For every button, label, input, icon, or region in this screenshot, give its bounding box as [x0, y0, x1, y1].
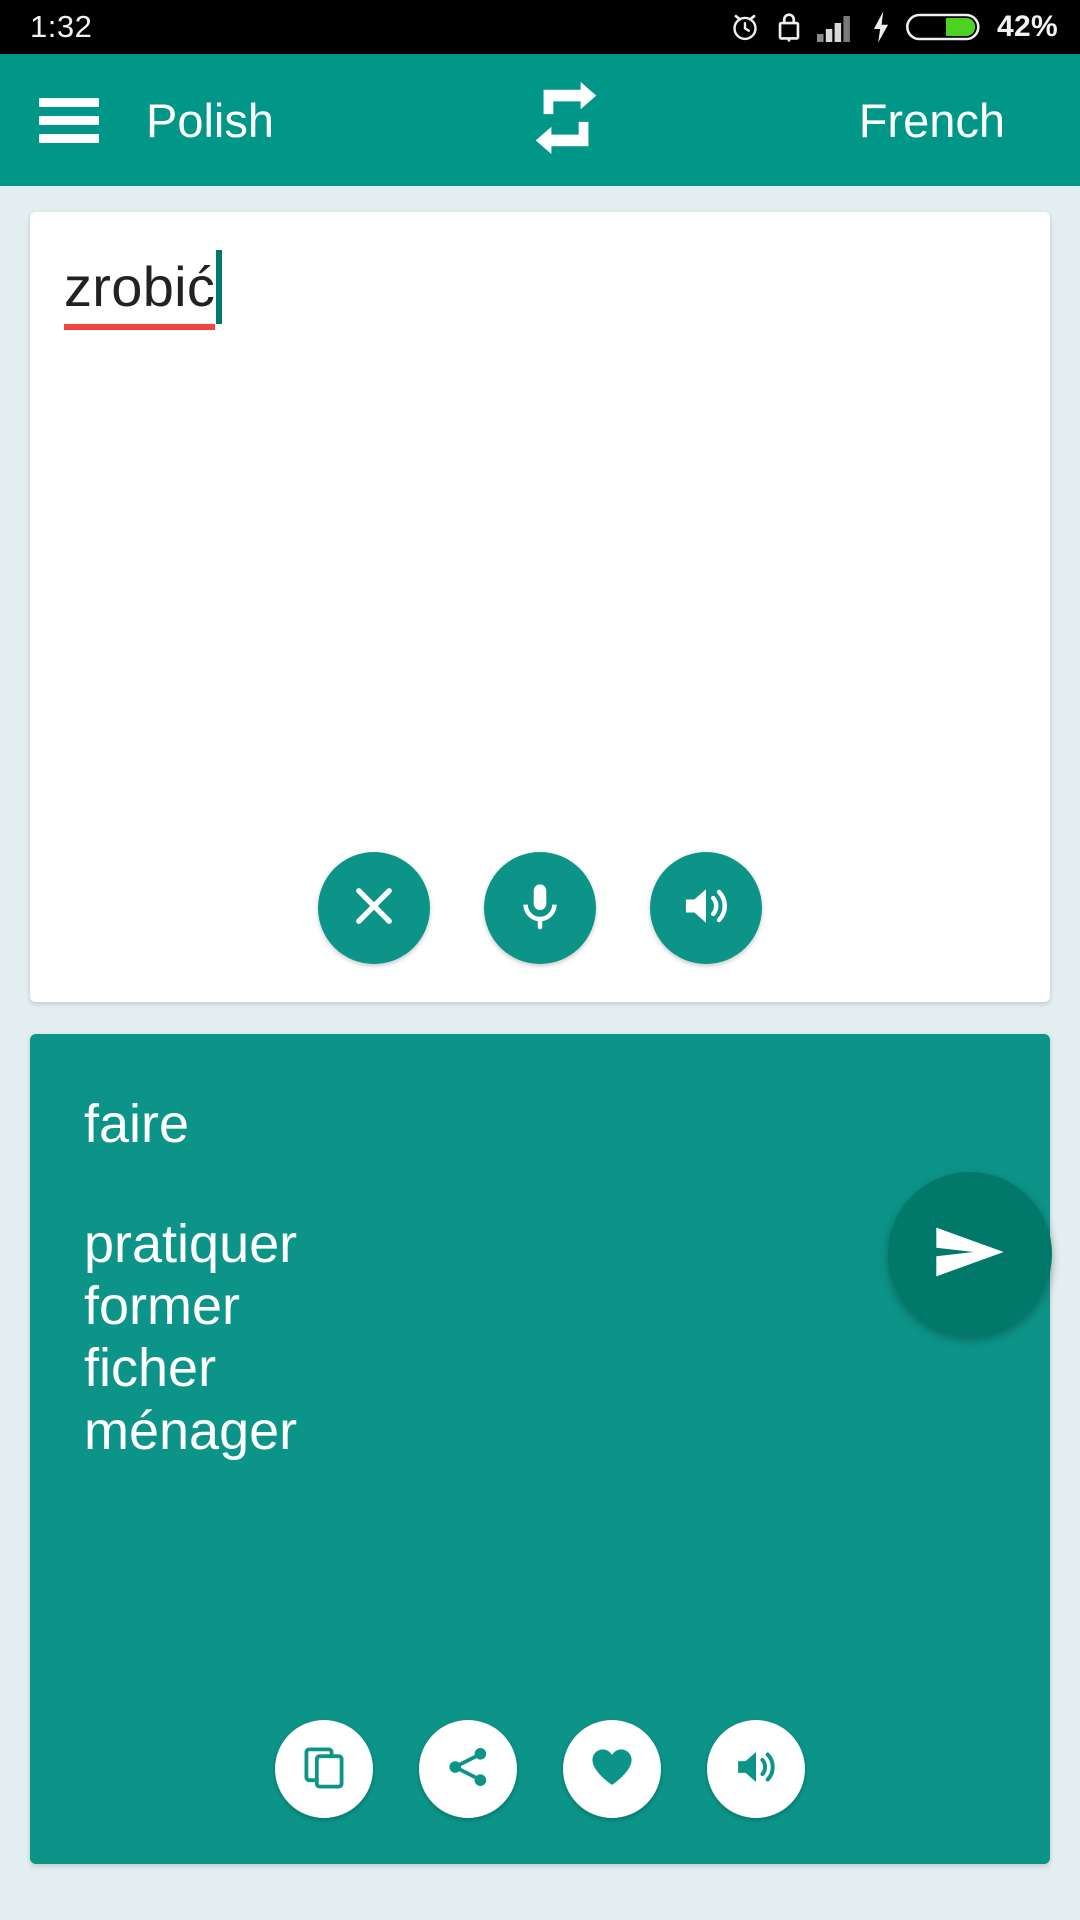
- send-icon: [927, 1209, 1013, 1300]
- share-button[interactable]: [419, 1720, 517, 1818]
- copy-icon: [300, 1743, 348, 1796]
- speak-result-button[interactable]: [707, 1720, 805, 1818]
- content-area: zrobić faire pratiquer former ficher mén…: [0, 186, 1080, 1920]
- voice-input-button[interactable]: [484, 852, 596, 964]
- heart-icon: [587, 1742, 637, 1797]
- send-button[interactable]: [888, 1172, 1052, 1336]
- text-caret: [216, 250, 223, 324]
- charging-bolt-icon: [869, 10, 893, 44]
- speak-source-button[interactable]: [650, 852, 762, 964]
- status-bar: 1:32 42%: [0, 0, 1080, 54]
- share-icon: [444, 1743, 492, 1796]
- alternative-translation-item: former: [84, 1276, 241, 1337]
- alternative-translations: pratiquer former ficher ménager: [84, 1213, 1016, 1720]
- main-translation: faire: [84, 1094, 190, 1154]
- battery-percent-label: 42%: [997, 10, 1058, 43]
- signal-icon: [816, 11, 856, 43]
- copy-button[interactable]: [275, 1720, 373, 1818]
- speaker-icon: [731, 1742, 781, 1797]
- speaker-icon: [678, 878, 734, 939]
- alternative-translation-item: ficher: [84, 1338, 217, 1399]
- status-indicators: 42%: [728, 10, 1058, 44]
- translation-result-card: faire pratiquer former ficher ménager: [30, 1034, 1050, 1864]
- favorite-button[interactable]: [563, 1720, 661, 1818]
- hamburger-menu-icon: [39, 89, 99, 152]
- app-screen: 1:32 42% Polish French zrobić faire prat…: [0, 0, 1080, 1920]
- battery-icon: [906, 10, 980, 44]
- result-actions: [64, 1720, 1016, 1864]
- target-language-button[interactable]: French: [859, 93, 1005, 148]
- lock-icon: [775, 10, 803, 44]
- source-text-card: zrobić: [30, 212, 1050, 1002]
- microphone-icon: [513, 879, 567, 938]
- alarm-icon: [728, 10, 762, 44]
- app-bar: Polish French: [0, 54, 1080, 186]
- alternative-translation-item: ménager: [84, 1400, 298, 1461]
- source-text-input[interactable]: zrobić: [64, 250, 1016, 852]
- clear-button[interactable]: [318, 852, 430, 964]
- close-icon: [346, 878, 402, 939]
- source-language-button[interactable]: Polish: [146, 93, 274, 148]
- hamburger-menu-button[interactable]: [14, 89, 124, 152]
- source-actions: [64, 852, 1016, 1002]
- alternative-translation-item: pratiquer: [84, 1213, 298, 1274]
- swap-languages-button[interactable]: [516, 79, 616, 162]
- swap-languages-icon: [530, 79, 602, 162]
- source-text-value: zrobić: [64, 255, 216, 331]
- status-clock: 1:32: [30, 9, 93, 44]
